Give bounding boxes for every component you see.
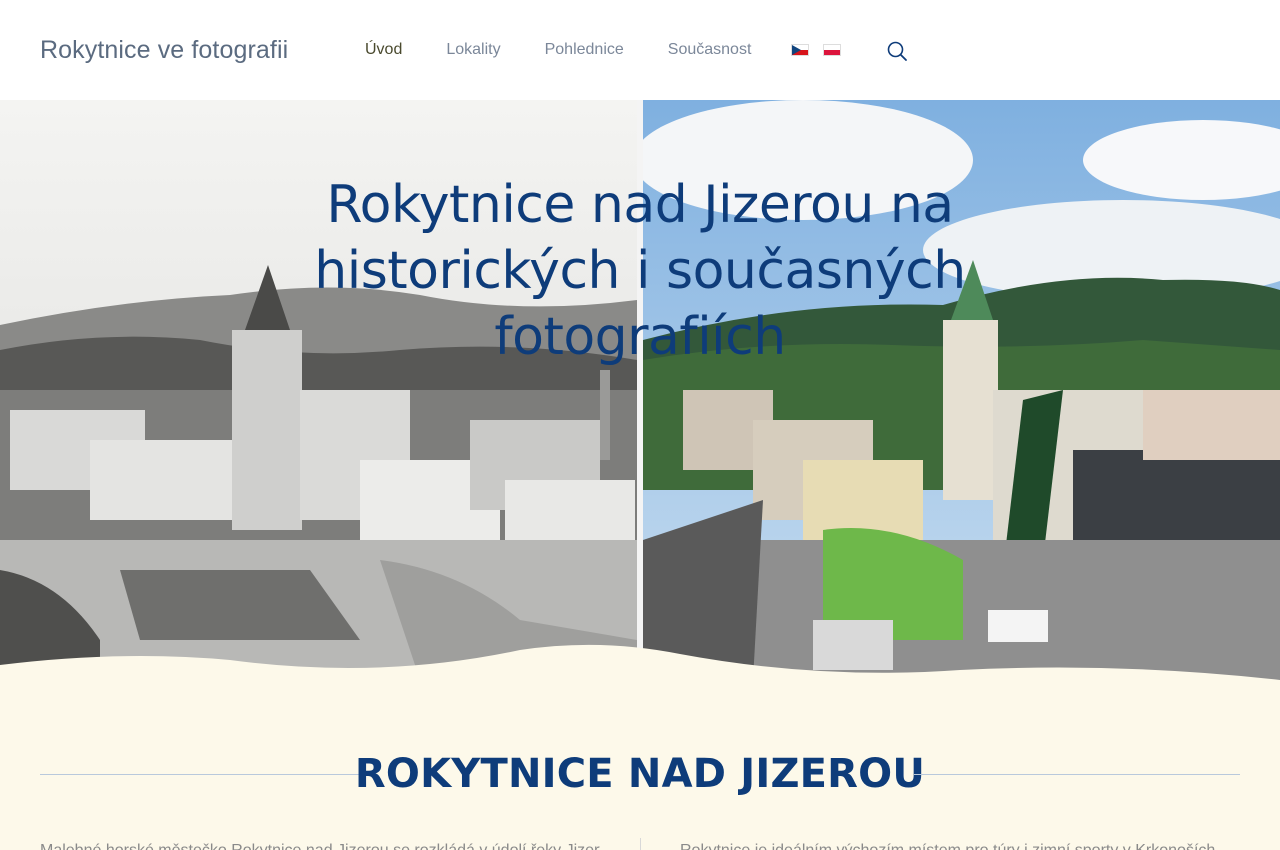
cz-flag-icon[interactable]	[791, 44, 809, 56]
site-title[interactable]: Rokytnice ve fotografii	[40, 36, 288, 65]
wave-separator	[0, 644, 1280, 690]
heading-rule-right	[914, 774, 1240, 775]
column-divider	[640, 838, 641, 850]
nav-item-soucasnost[interactable]: Současnost	[666, 40, 754, 60]
site-header: Rokytnice ve fotografii Úvod Lokality Po…	[0, 0, 1280, 100]
section-heading-block: ROKYTNICE NAD JIZEROU	[40, 748, 1240, 800]
nav-item-pohlednice[interactable]: Pohlednice	[543, 40, 626, 60]
main-nav: Úvod Lokality Pohlednice Současnost	[363, 40, 793, 60]
search-icon[interactable]	[886, 40, 908, 62]
pl-flag-icon[interactable]	[823, 44, 841, 56]
hero-title: Rokytnice nad Jizerou na historických i …	[314, 175, 966, 367]
language-switcher	[791, 44, 855, 56]
nav-item-lokality[interactable]: Lokality	[444, 40, 502, 60]
hero-banner: Rokytnice nad Jizerou na historických i …	[0, 100, 1280, 680]
intro-text-left: Malebné horské městečko Rokytnice nad Ji…	[40, 842, 600, 850]
nav-item-uvod[interactable]: Úvod	[363, 40, 405, 60]
intro-text-right: Rokytnice je ideálním výchozím místem pr…	[680, 842, 1240, 850]
